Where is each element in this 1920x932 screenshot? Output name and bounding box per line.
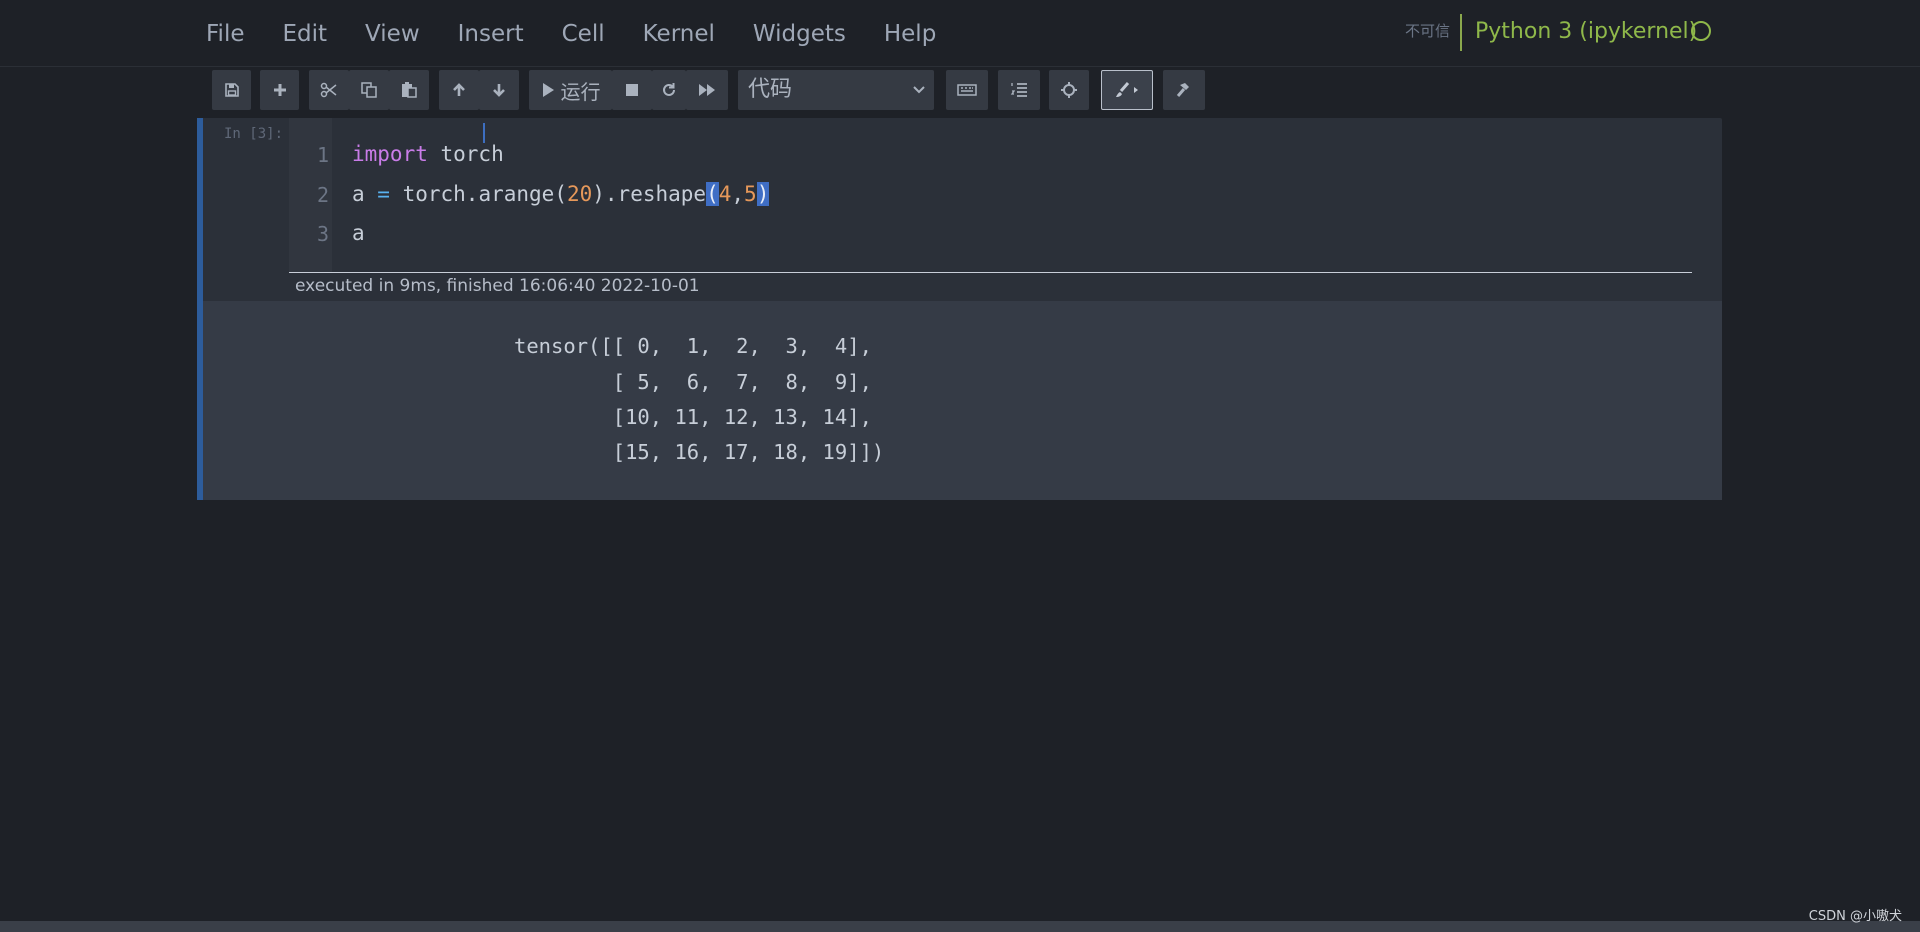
insert-cell-button[interactable] xyxy=(260,70,299,110)
restart-run-all-button[interactable] xyxy=(686,70,728,110)
arrow-down-icon xyxy=(493,84,505,97)
arrow-up-icon xyxy=(453,83,465,96)
cell-type-select[interactable]: 代码 xyxy=(738,70,934,110)
menu-bar: File Edit View Insert Cell Kernel Widget… xyxy=(0,0,1920,67)
kernel-idle-icon xyxy=(1691,21,1711,41)
horizontal-scrollbar[interactable] xyxy=(0,921,1920,932)
plus-icon xyxy=(273,84,286,96)
notebook-app: File Edit View Insert Cell Kernel Widget… xyxy=(0,0,1920,932)
code-text: torch xyxy=(427,142,504,166)
code-line-2[interactable]: a = torch.arange(20).reshape(4,5) xyxy=(352,182,770,206)
format-code-button[interactable] xyxy=(1101,70,1153,110)
menu-file[interactable]: File xyxy=(197,17,254,51)
watermark: CSDN @小嗷犬 xyxy=(1808,909,1902,924)
fast-forward-icon xyxy=(699,84,715,96)
build-button[interactable] xyxy=(1163,70,1205,110)
kernel-divider xyxy=(1460,14,1462,51)
hammer-icon xyxy=(1176,83,1189,97)
code-line-3[interactable]: a xyxy=(352,221,365,245)
output-line: tensor([[ 0, 1, 2, 3, 4], xyxy=(514,334,872,358)
assign-operator: = xyxy=(377,182,390,206)
number-literal: 4 xyxy=(718,182,732,206)
paste-icon xyxy=(402,82,417,98)
code-cell[interactable]: In [3]: 1 2 3 import torch a = torch.ara… xyxy=(197,118,1722,500)
brush-icon xyxy=(1116,82,1138,97)
trust-indicator[interactable]: 不可信 xyxy=(1405,20,1450,41)
menu-help[interactable]: Help xyxy=(875,17,945,51)
execution-divider xyxy=(289,272,1692,273)
save-icon xyxy=(224,83,239,97)
interrupt-button[interactable] xyxy=(612,70,652,110)
table-of-contents-button[interactable] xyxy=(998,70,1040,110)
line-number: 3 xyxy=(316,222,329,246)
restart-button[interactable] xyxy=(652,70,686,110)
cell-cursor xyxy=(483,123,485,143)
move-down-button[interactable] xyxy=(479,70,519,110)
kernel-name[interactable]: Python 3 (ipykernel) xyxy=(1475,17,1697,47)
stop-icon xyxy=(626,84,638,96)
menu-view[interactable]: View xyxy=(356,17,429,51)
cell-type-value: 代码 xyxy=(748,77,793,102)
locate-cell-button[interactable] xyxy=(1049,70,1089,110)
chevron-down-icon xyxy=(913,86,925,94)
run-label: 运行 xyxy=(560,79,601,104)
code-text: torch.arange( xyxy=(389,182,567,206)
number-literal: 20 xyxy=(566,182,593,206)
move-up-button[interactable] xyxy=(439,70,479,110)
restart-icon xyxy=(663,83,675,96)
menu-edit[interactable]: Edit xyxy=(274,17,337,51)
scissors-icon xyxy=(320,82,337,98)
copy-icon xyxy=(361,82,377,98)
matched-bracket-close: ) xyxy=(756,182,770,206)
line-number: 2 xyxy=(316,183,329,207)
code-text: a xyxy=(352,182,378,206)
code-text: ).reshape xyxy=(592,182,707,206)
output-line: [10, 11, 12, 13, 14], xyxy=(514,405,872,429)
menu-insert[interactable]: Insert xyxy=(449,17,533,51)
output-line: [ 5, 6, 7, 8, 9], xyxy=(514,370,872,394)
keyboard-icon xyxy=(957,84,977,96)
menu-widgets[interactable]: Widgets xyxy=(744,17,855,51)
copy-button[interactable] xyxy=(349,70,389,110)
input-prompt: In [3]: xyxy=(224,126,284,142)
output-area: tensor([[ 0, 1, 2, 3, 4], [ 5, 6, 7, 8, … xyxy=(203,301,1722,500)
paste-button[interactable] xyxy=(389,70,429,110)
play-icon xyxy=(542,83,554,97)
output-line: [15, 16, 17, 18, 19]]) xyxy=(514,440,885,464)
number-literal: 5 xyxy=(744,182,757,206)
menu-kernel[interactable]: Kernel xyxy=(634,17,724,51)
save-button[interactable] xyxy=(212,70,251,110)
crosshair-icon xyxy=(1061,82,1077,98)
menu-items: File Edit View Insert Cell Kernel Widget… xyxy=(197,17,965,51)
toolbar: 运行 代码 xyxy=(0,70,1920,110)
code-line-1[interactable]: import torch xyxy=(352,142,504,166)
run-button[interactable]: 运行 xyxy=(529,70,612,110)
line-number: 1 xyxy=(316,143,329,167)
keyword-import: import xyxy=(352,142,428,166)
matched-bracket-open: ( xyxy=(706,182,719,206)
code-text: , xyxy=(731,182,745,206)
command-palette-button[interactable] xyxy=(946,70,988,110)
cut-button[interactable] xyxy=(309,70,349,110)
menu-cell[interactable]: Cell xyxy=(553,17,614,51)
execution-time: executed in 9ms, finished 16:06:40 2022-… xyxy=(295,276,700,296)
list-icon xyxy=(1010,83,1027,97)
